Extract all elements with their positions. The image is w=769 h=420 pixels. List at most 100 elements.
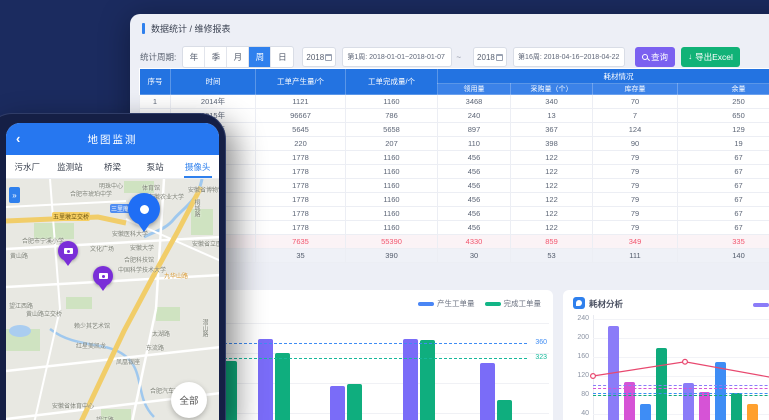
sub-header-4: 余量 bbox=[678, 84, 769, 95]
camera-pin[interactable] bbox=[93, 266, 113, 286]
screenshot-stage: 数据统计 / 维修报表 统计周期: 年 季 月 周 日 2018 第1周: 20… bbox=[0, 0, 769, 420]
table-cell: 1121 bbox=[256, 95, 346, 109]
table-cell: 90 bbox=[593, 137, 678, 151]
phone-screen: ‹ 地图监测 污水厂 监测站 桥梁 泵站 摄像头 bbox=[6, 123, 219, 420]
map-label: 潜山路 bbox=[200, 319, 209, 337]
map-label: 凤凰银座 bbox=[116, 357, 140, 366]
phone-tab-bar: 污水厂 监测站 桥梁 泵站 摄像头 bbox=[6, 155, 219, 179]
download-icon: ↓ bbox=[688, 53, 692, 61]
phone-mockup: ‹ 地图监测 污水厂 监测站 桥梁 泵站 摄像头 bbox=[0, 113, 226, 420]
period-option-quarter[interactable]: 季 bbox=[205, 47, 227, 67]
table-cell: 67 bbox=[678, 221, 769, 235]
table-row: 22015年96667786240137650 bbox=[140, 109, 769, 123]
tab-camera[interactable]: 摄像头 bbox=[176, 155, 219, 178]
map-label: 五里墩立交桥 bbox=[52, 212, 90, 221]
table-cell: 4330 bbox=[438, 235, 511, 249]
table-cell: 122 bbox=[511, 221, 593, 235]
table-cell: 7 bbox=[593, 109, 678, 123]
trend-line-layer bbox=[563, 290, 769, 420]
map-label: 体育馆 bbox=[142, 183, 160, 192]
chart-bar bbox=[497, 400, 512, 420]
breadcrumb-accent-bar bbox=[142, 23, 145, 34]
chart-bar bbox=[347, 384, 362, 420]
map-label: 安徽省体育中心 bbox=[52, 401, 94, 410]
table-cell: 124 bbox=[593, 123, 678, 137]
avg-row: 平均值353903053111140 bbox=[140, 249, 769, 263]
chart-bar bbox=[258, 339, 273, 420]
workorder-bar-chart: 360323 bbox=[205, 290, 553, 420]
table-cell: 53 bbox=[511, 249, 593, 263]
table-cell: 456 bbox=[438, 207, 511, 221]
period-option-year[interactable]: 年 bbox=[183, 47, 205, 67]
table-cell: 1778 bbox=[256, 207, 346, 221]
table-cell: 250 bbox=[678, 95, 769, 109]
table-cell: 55390 bbox=[346, 235, 438, 249]
chart-bar bbox=[275, 353, 290, 420]
map-label: 安徽省立医院 bbox=[192, 239, 219, 248]
table-cell: 122 bbox=[511, 151, 593, 165]
back-icon[interactable]: ‹ bbox=[16, 123, 20, 155]
table-cell: 110 bbox=[438, 137, 511, 151]
table-cell: 1160 bbox=[346, 151, 438, 165]
tab-sewage-plant[interactable]: 污水厂 bbox=[6, 155, 49, 178]
query-button[interactable]: 查询 bbox=[635, 47, 675, 67]
table-cell: 79 bbox=[593, 193, 678, 207]
table-cell: 70 bbox=[593, 95, 678, 109]
tab-bridge[interactable]: 桥梁 bbox=[91, 155, 134, 178]
col-group-consumables: 耗材情况 bbox=[438, 69, 769, 84]
map-label: 黄山路 bbox=[10, 251, 28, 260]
table-cell: 1778 bbox=[256, 151, 346, 165]
table-row: 92022年177811604561227967 bbox=[140, 207, 769, 221]
table-cell: 67 bbox=[678, 207, 769, 221]
range-separator: ~ bbox=[456, 53, 461, 62]
year-from-select[interactable]: 2018 bbox=[302, 47, 336, 67]
tab-monitor-station[interactable]: 监测站 bbox=[49, 155, 92, 178]
week-from-input[interactable]: 第1周: 2018-01-01~2018-01-07 bbox=[342, 47, 452, 67]
table-cell: 67 bbox=[678, 193, 769, 207]
col-header-created: 工单产生量/个 bbox=[256, 69, 346, 95]
export-excel-button[interactable]: ↓ 导出Excel bbox=[681, 47, 740, 67]
table-cell: 79 bbox=[593, 179, 678, 193]
table-cell: 67 bbox=[678, 151, 769, 165]
table-cell: 1778 bbox=[256, 193, 346, 207]
table-row: 12014年11211160346834070250 bbox=[140, 95, 769, 109]
camera-icon bbox=[64, 248, 73, 254]
annotation-line bbox=[209, 358, 527, 359]
map-label: 桐城路 bbox=[192, 199, 201, 217]
camera-icon bbox=[99, 273, 108, 279]
phone-page-title: 地图监测 bbox=[88, 132, 138, 147]
period-option-day[interactable]: 日 bbox=[271, 47, 293, 67]
table-cell: 2014年 bbox=[171, 95, 256, 109]
map-label: 三里庵 bbox=[110, 204, 130, 213]
period-option-week[interactable]: 周 bbox=[249, 47, 271, 67]
table-cell: 111 bbox=[593, 249, 678, 263]
table-row: 62019年177811604561227967 bbox=[140, 165, 769, 179]
table-cell: 3468 bbox=[438, 95, 511, 109]
annotation-label: 323 bbox=[535, 354, 547, 362]
table-cell: 1778 bbox=[256, 221, 346, 235]
tab-pump-station[interactable]: 泵站 bbox=[134, 155, 177, 178]
map-all-button[interactable]: 全部 bbox=[171, 382, 207, 418]
table-cell: 30 bbox=[438, 249, 511, 263]
period-option-month[interactable]: 月 bbox=[227, 47, 249, 67]
table-cell: 19 bbox=[678, 137, 769, 151]
chart-bar bbox=[403, 339, 418, 420]
table-cell: 1160 bbox=[346, 165, 438, 179]
period-label: 统计周期: bbox=[140, 51, 176, 63]
sub-header-3: 库存量 bbox=[593, 84, 678, 95]
table-cell: 5645 bbox=[256, 123, 346, 137]
table-cell: 390 bbox=[346, 249, 438, 263]
map-view[interactable]: » 明珠中心合肥市琥珀中学体育馆安徽农业大学安徽省博物馆三里庵五里墩立交桥桐城路… bbox=[6, 179, 219, 420]
map-label: 安徽大学 bbox=[130, 243, 154, 252]
table-cell: 122 bbox=[511, 179, 593, 193]
table-cell: 96667 bbox=[256, 109, 346, 123]
table-cell: 786 bbox=[346, 109, 438, 123]
map-expander-button[interactable]: » bbox=[9, 187, 20, 203]
year-to-select[interactable]: 2018 bbox=[473, 47, 507, 67]
table-cell: 5658 bbox=[346, 123, 438, 137]
report-table: 序号 时间 工单产生量/个 工单完成量/个 耗材情况 领用量 采购量（个） 库存… bbox=[139, 68, 769, 263]
table-cell: 335 bbox=[678, 235, 769, 249]
selected-location-pin[interactable] bbox=[128, 193, 160, 225]
week-to-input[interactable]: 第16周: 2018-04-16~2018-04-22 bbox=[513, 47, 625, 67]
camera-pin[interactable] bbox=[58, 241, 78, 261]
